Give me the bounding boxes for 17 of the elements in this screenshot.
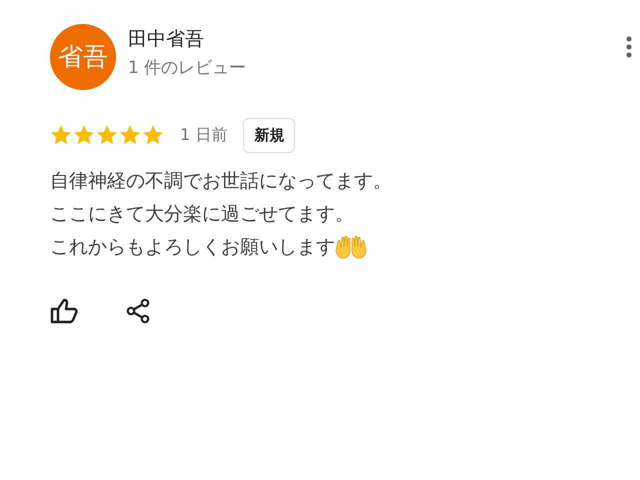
star-icon xyxy=(73,124,95,146)
star-icon xyxy=(142,124,164,146)
review-text: 自律神経の不調でお世話になってます。 xyxy=(50,168,392,194)
reviewer-name[interactable]: 田中省吾 xyxy=(128,28,246,51)
new-badge: 新規 xyxy=(243,118,296,152)
star-icon xyxy=(96,124,118,146)
review-text: これからもよろしくお願いします xyxy=(50,234,335,260)
share-icon[interactable] xyxy=(126,298,150,324)
raised-hands-icon xyxy=(335,235,367,259)
avatar-initials: 省吾 xyxy=(58,41,108,74)
review-text: ここにきて大分楽に過ごせてます。 xyxy=(50,202,354,226)
more-options-icon[interactable] xyxy=(626,36,632,58)
star-icon xyxy=(119,124,141,146)
star-icon xyxy=(50,124,72,146)
review-date: 1 日前 xyxy=(180,124,228,146)
review-count: 1 件のレビュー xyxy=(128,56,246,80)
thumbs-up-icon[interactable] xyxy=(50,298,78,324)
